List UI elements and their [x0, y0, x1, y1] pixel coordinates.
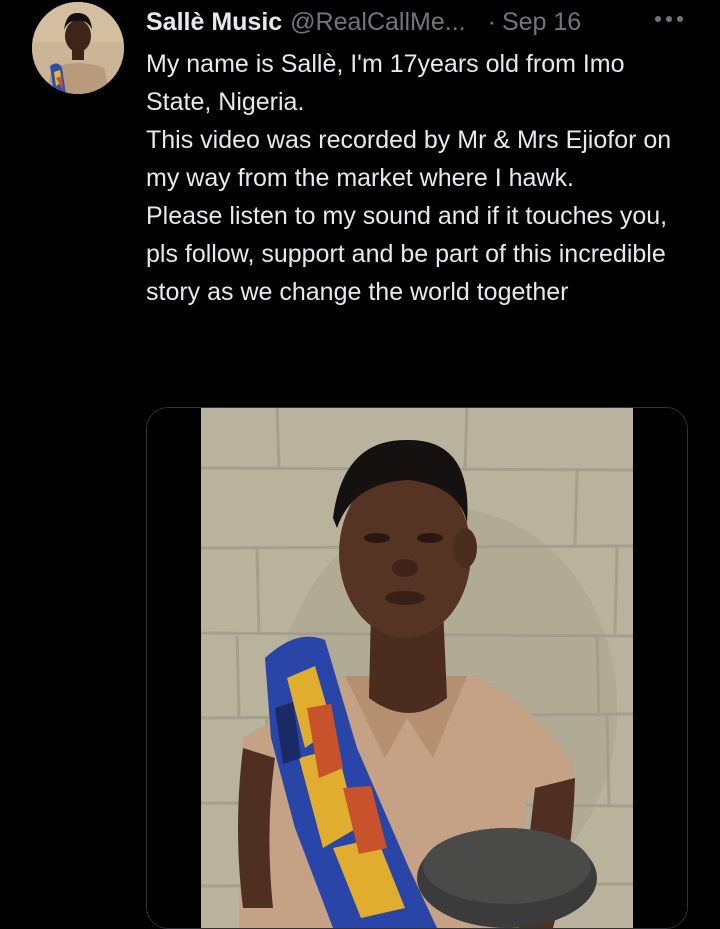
tweet-media-video[interactable] — [146, 407, 688, 929]
tweet-text-line: This video was recorded by Mr & Mrs Ejio… — [146, 126, 672, 192]
author-display-name[interactable]: Sallè Music — [146, 8, 282, 37]
tweet-text: My name is Sallè, I'm 17years old from I… — [146, 45, 696, 311]
author-avatar[interactable] — [32, 2, 124, 94]
author-handle[interactable]: @RealCallMe... — [290, 8, 465, 37]
more-horizontal-icon — [655, 16, 683, 22]
video-thumbnail — [147, 408, 687, 928]
tweet-text-line: Please listen to my sound and if it touc… — [146, 202, 668, 306]
tweet-date[interactable]: Sep 16 — [502, 8, 581, 37]
more-options-button[interactable] — [652, 4, 686, 34]
tweet[interactable]: Sallè Music @RealCallMe... · Sep 16 My n… — [0, 0, 720, 929]
header-separator: · — [487, 7, 496, 36]
tweet-header: Sallè Music @RealCallMe... · Sep 16 — [146, 5, 706, 39]
profile-photo-icon — [32, 2, 124, 94]
tweet-text-line: My name is Sallè, I'm 17years old from I… — [146, 50, 625, 116]
